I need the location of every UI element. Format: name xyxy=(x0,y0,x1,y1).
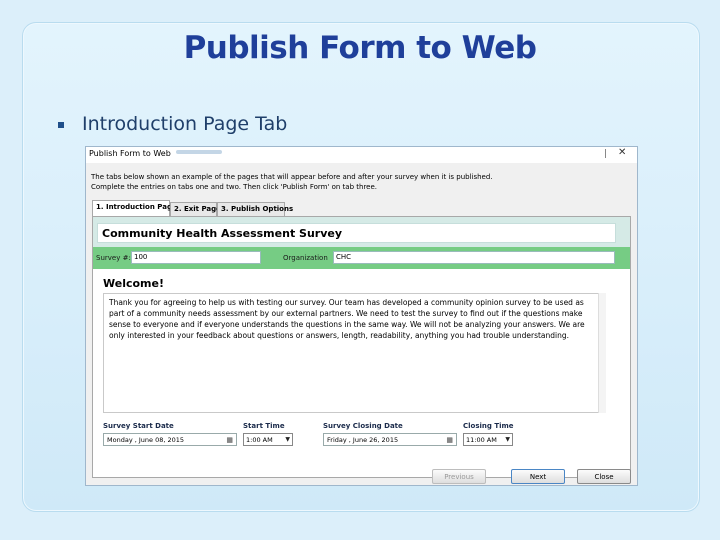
closing-date-month: June xyxy=(352,436,368,444)
calendar-icon[interactable]: ▦ xyxy=(226,436,233,444)
dialog-titlebar: Publish Form to Web ✕ xyxy=(86,147,637,163)
publish-dialog: Publish Form to Web ✕ The tabs below sho… xyxy=(85,146,638,486)
titlebar-blur xyxy=(176,150,222,154)
tab-exit-page[interactable]: 2. Exit Page xyxy=(170,202,221,216)
start-time-select[interactable]: 1:00 AM ▼ xyxy=(243,433,293,446)
survey-number-input[interactable]: 100 xyxy=(131,251,261,264)
instructions: The tabs below shown an example of the p… xyxy=(91,172,493,192)
instruction-line-2: Complete the entries on tabs one and two… xyxy=(91,183,378,191)
dialog-title: Publish Form to Web xyxy=(89,149,171,158)
introduction-panel: Community Health Assessment Survey Surve… xyxy=(92,216,631,478)
closing-date-day: 26, 2015 xyxy=(369,436,399,444)
closing-time-select[interactable]: 11:00 AM ▼ xyxy=(463,433,513,446)
welcome-scrollbar[interactable] xyxy=(598,293,606,413)
start-date-month: June xyxy=(138,436,154,444)
bullet-marker xyxy=(58,122,64,128)
chevron-down-icon: ▼ xyxy=(505,436,510,443)
closing-time-value: 11:00 AM xyxy=(466,436,497,444)
welcome-textarea[interactable]: Thank you for agreeing to help us with t… xyxy=(103,293,606,413)
chevron-down-icon: ▼ xyxy=(285,436,290,443)
survey-number-label: Survey #: xyxy=(96,254,131,262)
start-date-label: Survey Start Date xyxy=(103,422,174,430)
survey-info-band: Survey #: 100 Organization CHC xyxy=(93,247,630,269)
slide-title: Publish Form to Web xyxy=(183,30,537,66)
close-icon[interactable]: ✕ xyxy=(618,147,626,158)
previous-button[interactable]: Previous xyxy=(432,469,486,484)
closing-date-label: Survey Closing Date xyxy=(323,422,403,430)
survey-title-field[interactable]: Community Health Assessment Survey xyxy=(97,223,616,243)
tab-publish-options[interactable]: 3. Publish Options xyxy=(217,202,293,216)
tab-introduction-page[interactable]: 1. Introduction Page xyxy=(92,200,177,216)
start-date-picker[interactable]: Monday , June 08, 2015 ▦ xyxy=(103,433,237,446)
closing-date-picker[interactable]: Friday , June 26, 2015 ▦ xyxy=(323,433,457,446)
organization-label: Organization xyxy=(283,254,328,262)
welcome-heading: Welcome! xyxy=(103,277,164,290)
titlebar-separator xyxy=(605,149,606,158)
closing-time-label: Closing Time xyxy=(463,422,514,430)
instruction-line-1: The tabs below shown an example of the p… xyxy=(91,173,493,181)
start-date-weekday: Monday xyxy=(107,436,133,444)
start-time-value: 1:00 AM xyxy=(246,436,273,444)
organization-input[interactable]: CHC xyxy=(333,251,615,264)
next-button[interactable]: Next xyxy=(511,469,565,484)
dialog-body: The tabs below shown an example of the p… xyxy=(86,163,637,485)
closing-date-weekday: Friday xyxy=(327,436,347,444)
calendar-icon[interactable]: ▦ xyxy=(446,436,453,444)
start-date-day: 08, 2015 xyxy=(155,436,185,444)
start-time-label: Start Time xyxy=(243,422,285,430)
bullet-text: Introduction Page Tab xyxy=(82,113,288,135)
close-button[interactable]: Close xyxy=(577,469,631,484)
